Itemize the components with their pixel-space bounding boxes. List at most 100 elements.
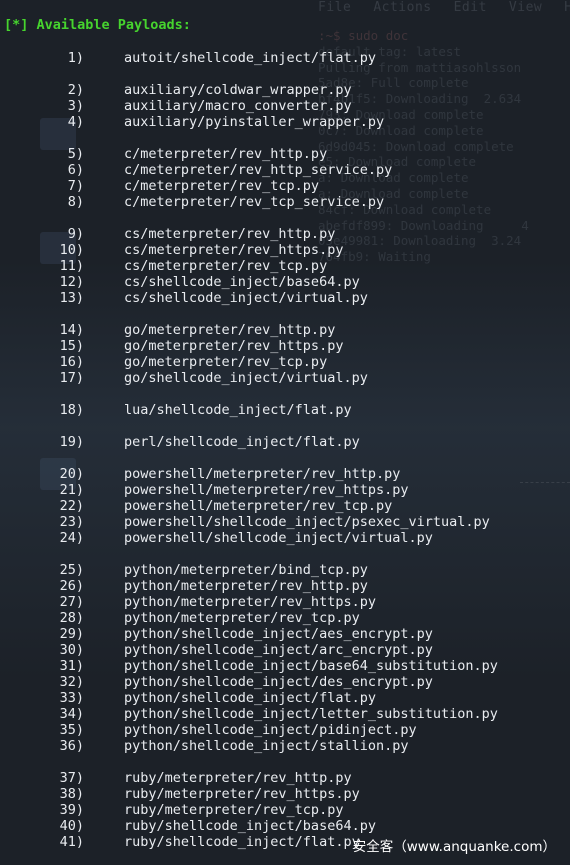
payload-list-item: 23) powershell/shellcode_inject/psexec_vi… [0, 514, 570, 530]
payload-number: 16) [59, 354, 84, 370]
payload-list-item: 20) powershell/meterpreter/rev_http.py [0, 466, 570, 482]
payload-number: 20) [59, 466, 84, 482]
payload-path: python/shellcode_inject/stallion.py [124, 738, 409, 754]
payload-number: 19) [59, 434, 84, 450]
payload-list-item: 26) python/meterpreter/rev_http.py [0, 578, 570, 594]
payload-path: c/meterpreter/rev_tcp_service.py [124, 194, 385, 210]
payload-number: 24) [59, 530, 84, 546]
payload-number: 13) [59, 290, 84, 306]
payload-number: 7) [67, 178, 84, 194]
payload-list-item: 38) ruby/meterpreter/rev_https.py [0, 786, 570, 802]
payload-number: 2) [67, 82, 84, 98]
payload-list-item: 28) python/meterpreter/rev_tcp.py [0, 610, 570, 626]
payload-path: python/meterpreter/bind_tcp.py [124, 562, 368, 578]
payload-number: 3) [67, 98, 84, 114]
payload-number: 41) [59, 834, 84, 850]
payload-list-item: 35) python/shellcode_inject/pidinject.py [0, 722, 570, 738]
payload-number: 30) [59, 642, 84, 658]
payload-path: cs/meterpreter/rev_https.py [124, 242, 344, 258]
payload-list-item: 31) python/shellcode_inject/base64_substi… [0, 658, 570, 674]
payload-number: 9) [67, 226, 84, 242]
payload-path: go/meterpreter/rev_https.py [124, 338, 344, 354]
payload-path: powershell/meterpreter/rev_tcp.py [124, 498, 393, 514]
payload-number: 18) [59, 402, 84, 418]
payload-path: go/shellcode_inject/virtual.py [124, 370, 368, 386]
watermark-text: 安全客（www.anquanke.com） [352, 839, 556, 855]
payload-path: auxiliary/pyinstaller_wrapper.py [124, 114, 385, 130]
payload-list-item: 39) ruby/meterpreter/rev_tcp.py [0, 802, 570, 818]
payload-number: 14) [59, 322, 84, 338]
payload-list-header: [*] Available Payloads: [4, 17, 191, 33]
payload-path: auxiliary/coldwar_wrapper.py [124, 82, 352, 98]
payload-number: 11) [59, 258, 84, 274]
payload-path: python/shellcode_inject/letter_substitut… [124, 706, 498, 722]
payload-number: 32) [59, 674, 84, 690]
payload-list-item: 21) powershell/meterpreter/rev_https.py [0, 482, 570, 498]
payload-number: 21) [59, 482, 84, 498]
payload-path: python/shellcode_inject/aes_encrypt.py [124, 626, 433, 642]
payload-number: 31) [59, 658, 84, 674]
payload-list-item: 37) ruby/meterpreter/rev_http.py [0, 770, 570, 786]
payload-number: 12) [59, 274, 84, 290]
payload-path: auxiliary/macro_converter.py [124, 98, 352, 114]
payload-list-item: 9) cs/meterpreter/rev_http.py [0, 226, 570, 242]
payload-number: 33) [59, 690, 84, 706]
background-menu-item: Edit [453, 0, 487, 15]
background-terminal-menubar: File Actions Edit View Help [318, 0, 570, 16]
payload-list-item: 36) python/shellcode_inject/stallion.py [0, 738, 570, 754]
payload-path: python/shellcode_inject/pidinject.py [124, 722, 417, 738]
payload-number: 10) [59, 242, 84, 258]
payload-number: 26) [59, 578, 84, 594]
payload-number: 1) [67, 50, 84, 66]
payload-path: ruby/meterpreter/rev_tcp.py [124, 802, 344, 818]
payload-number: 28) [59, 610, 84, 626]
payload-list-item: 34) python/shellcode_inject/letter_substi… [0, 706, 570, 722]
payload-number: 36) [59, 738, 84, 754]
payload-number: 38) [59, 786, 84, 802]
payload-list-item: 19) perl/shellcode_inject/flat.py [0, 434, 570, 450]
payload-list-item: 32) python/shellcode_inject/des_encrypt.p… [0, 674, 570, 690]
payload-list-item: 15) go/meterpreter/rev_https.py [0, 338, 570, 354]
payload-list-item: 3) auxiliary/macro_converter.py [0, 98, 570, 114]
payload-path: python/shellcode_inject/des_encrypt.py [124, 674, 433, 690]
payload-list-item: 12) cs/shellcode_inject/base64.py [0, 274, 570, 290]
payload-path: cs/meterpreter/rev_http.py [124, 226, 336, 242]
payload-path: go/meterpreter/rev_http.py [124, 322, 336, 338]
payload-list-item: 1) autoit/shellcode_inject/flat.py [0, 50, 570, 66]
payload-path: python/shellcode_inject/flat.py [124, 690, 376, 706]
payload-path: c/meterpreter/rev_http_service.py [124, 162, 393, 178]
payload-list-item: 6) c/meterpreter/rev_http_service.py [0, 162, 570, 178]
payload-list-item: 17) go/shellcode_inject/virtual.py [0, 370, 570, 386]
payload-list-item: 5) c/meterpreter/rev_http.py [0, 146, 570, 162]
payload-list-item: 16) go/meterpreter/rev_tcp.py [0, 354, 570, 370]
payload-path: ruby/meterpreter/rev_https.py [124, 786, 360, 802]
payload-path: python/shellcode_inject/arc_encrypt.py [124, 642, 433, 658]
payload-path: python/meterpreter/rev_tcp.py [124, 610, 360, 626]
payload-list-item: 25) python/meterpreter/bind_tcp.py [0, 562, 570, 578]
payload-list-item: 30) python/shellcode_inject/arc_encrypt.p… [0, 642, 570, 658]
payload-list-item: 8) c/meterpreter/rev_tcp_service.py [0, 194, 570, 210]
payload-path: powershell/meterpreter/rev_http.py [124, 466, 401, 482]
payload-number: 25) [59, 562, 84, 578]
payload-number: 39) [59, 802, 84, 818]
payload-list-item: 18) lua/shellcode_inject/flat.py [0, 402, 570, 418]
payload-list-item: 14) go/meterpreter/rev_http.py [0, 322, 570, 338]
payload-list-item: 24) powershell/shellcode_inject/virtual.p… [0, 530, 570, 546]
background-prompt: :~$ sudo doc [318, 28, 409, 43]
payload-path: powershell/shellcode_inject/virtual.py [124, 530, 433, 546]
payload-path: c/meterpreter/rev_tcp.py [124, 178, 320, 194]
payload-number: 17) [59, 370, 84, 386]
payload-path: cs/shellcode_inject/base64.py [124, 274, 360, 290]
payload-path: go/meterpreter/rev_tcp.py [124, 354, 328, 370]
background-menu-item: File [318, 0, 352, 15]
payload-path: c/meterpreter/rev_http.py [124, 146, 328, 162]
payload-list-item: 33) python/shellcode_inject/flat.py [0, 690, 570, 706]
payload-number: 34) [59, 706, 84, 722]
payload-list-item: 4) auxiliary/pyinstaller_wrapper.py [0, 114, 570, 130]
payload-path: python/meterpreter/rev_https.py [124, 594, 376, 610]
payload-list-item: 10) cs/meterpreter/rev_https.py [0, 242, 570, 258]
payload-list-item: 7) c/meterpreter/rev_tcp.py [0, 178, 570, 194]
payload-path: autoit/shellcode_inject/flat.py [124, 50, 376, 66]
payload-number: 15) [59, 338, 84, 354]
payload-list-item: 27) python/meterpreter/rev_https.py [0, 594, 570, 610]
